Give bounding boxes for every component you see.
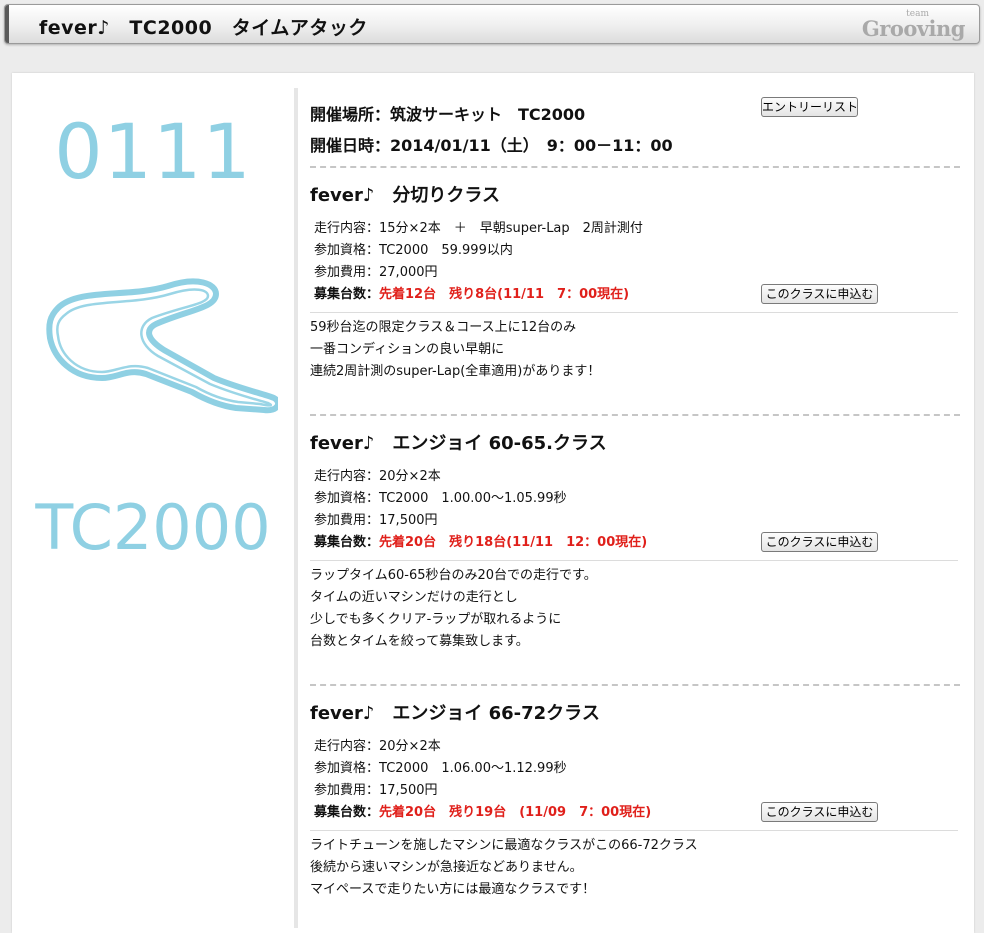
slots-row: 募集台数：先着12台 残り8台(11/11 7：00現在) [314, 283, 629, 302]
apply-class-button[interactable]: このクラスに申込む [761, 532, 878, 552]
qualification-row: 参加資格：TC2000 1.00.00～1.05.99秒 [314, 487, 567, 506]
fee-value: 17,500円 [379, 513, 438, 528]
class-divider [310, 560, 958, 561]
page-title: fever♪ TC2000 タイムアタック [39, 17, 368, 39]
fee-value: 27,000円 [379, 265, 438, 280]
description-line: タイムの近いマシンだけの走行とし [310, 590, 518, 605]
qualification-label: 参加資格： [314, 243, 380, 258]
slots-value: 先着20台 残り19台 (11/09 7：00現在) [379, 805, 652, 820]
description-line: 後続から速いマシンが急接近などありません。 [310, 860, 583, 875]
event-venue: 開催場所：筑波サーキット TC2000 [310, 105, 586, 124]
class-divider [310, 830, 958, 831]
event-details: 開催場所：筑波サーキット TC2000 開催日時：2014/01/11（土） 9… [310, 73, 960, 933]
class-description: 59秒台迄の限定クラス＆コース上に12台のみ 一番コンディションの良い早朝に 連… [310, 317, 600, 383]
description-line: マイペースで走りたい方には最適なクラスです！ [310, 882, 596, 897]
run-content-value: 20分×2本 [379, 469, 441, 484]
class-description: ライトチューンを施したマシンに最適なクラスがこの66-72クラス 後続から速いマ… [310, 835, 698, 901]
description-line: 一番コンディションの良い早朝に [310, 342, 505, 357]
description-line: 少しでも多くクリア-ラップが取れるように [310, 612, 562, 627]
fee-row: 参加費用：17,500円 [314, 779, 438, 798]
event-card: 0111 TC2000 開催場所：筑波サーキット TC2000 開催日時：201… [12, 73, 974, 933]
qualification-value: TC2000 59.999以内 [379, 243, 513, 258]
team-grooving-logo[interactable]: team Grooving [861, 9, 966, 41]
slots-label: 募集台数： [314, 535, 380, 550]
description-line: 59秒台迄の限定クラス＆コース上に12台のみ [310, 320, 577, 335]
run-content-value: 15分×2本 ＋ 早朝super-Lap 2周計測付 [379, 221, 643, 236]
class-title: fever♪ エンジョイ 66-72クラス [310, 703, 600, 724]
section-divider [310, 414, 960, 416]
run-content-row: 走行内容：15分×2本 ＋ 早朝super-Lap 2周計測付 [314, 217, 643, 236]
tc2000-track-map-icon [46, 278, 278, 414]
fee-label: 参加費用： [314, 783, 380, 798]
description-line: 台数とタイムを絞って募集致します。 [310, 634, 529, 649]
qualification-value: TC2000 1.06.00～1.12.99秒 [379, 761, 567, 776]
qualification-label: 参加資格： [314, 761, 380, 776]
slots-value: 先着12台 残り8台(11/11 7：00現在) [379, 287, 630, 302]
top-bar: fever♪ TC2000 タイムアタック team Grooving [4, 4, 980, 44]
slots-label: 募集台数： [314, 287, 380, 302]
slots-value: 先着20台 残り18台(11/11 12：00現在) [379, 535, 648, 550]
qualification-label: 参加資格： [314, 491, 380, 506]
run-content-row: 走行内容：20分×2本 [314, 465, 441, 484]
run-content-value: 20分×2本 [379, 739, 441, 754]
run-content-row: 走行内容：20分×2本 [314, 735, 441, 754]
section-divider [310, 166, 960, 168]
slots-label: 募集台数： [314, 805, 380, 820]
description-line: ラップタイム60-65秒台のみ20台での走行です。 [310, 568, 597, 583]
run-content-label: 走行内容： [314, 469, 380, 484]
slots-row: 募集台数：先着20台 残り18台(11/11 12：00現在) [314, 531, 647, 550]
run-content-label: 走行内容： [314, 739, 380, 754]
class-title: fever♪ エンジョイ 60-65.クラス [310, 433, 607, 454]
class-description: ラップタイム60-65秒台のみ20台での走行です。 タイムの近いマシンだけの走行… [310, 565, 597, 653]
qualification-row: 参加資格：TC2000 1.06.00～1.12.99秒 [314, 757, 567, 776]
fee-row: 参加費用：27,000円 [314, 261, 438, 280]
qualification-value: TC2000 1.00.00～1.05.99秒 [379, 491, 567, 506]
fee-value: 17,500円 [379, 783, 438, 798]
description-line: ライトチューンを施したマシンに最適なクラスがこの66-72クラス [310, 838, 698, 853]
qualification-row: 参加資格：TC2000 59.999以内 [314, 239, 513, 258]
class-divider [310, 312, 958, 313]
fee-row: 参加費用：17,500円 [314, 509, 438, 528]
run-content-label: 走行内容： [314, 221, 380, 236]
class-title: fever♪ 分切りクラス [310, 185, 500, 206]
section-divider [310, 684, 960, 686]
event-code: 0111 [54, 107, 252, 196]
logo-big-text: Grooving [861, 16, 966, 41]
fee-label: 参加費用： [314, 513, 380, 528]
apply-class-button[interactable]: このクラスに申込む [761, 802, 878, 822]
track-name: TC2000 [35, 491, 271, 564]
event-summary-panel: 0111 TC2000 [12, 73, 294, 933]
entry-list-button[interactable]: エントリーリスト [761, 97, 858, 117]
fee-label: 参加費用： [314, 265, 380, 280]
description-line: 連続2周計測のsuper-Lap(全車適用)があります！ [310, 364, 601, 379]
top-bar-edge [5, 5, 9, 43]
slots-row: 募集台数：先着20台 残り19台 (11/09 7：00現在) [314, 801, 651, 820]
event-datetime: 開催日時：2014/01/11（土） 9：00－11：00 [310, 136, 673, 155]
apply-class-button[interactable]: このクラスに申込む [761, 284, 878, 304]
column-divider [294, 88, 298, 928]
